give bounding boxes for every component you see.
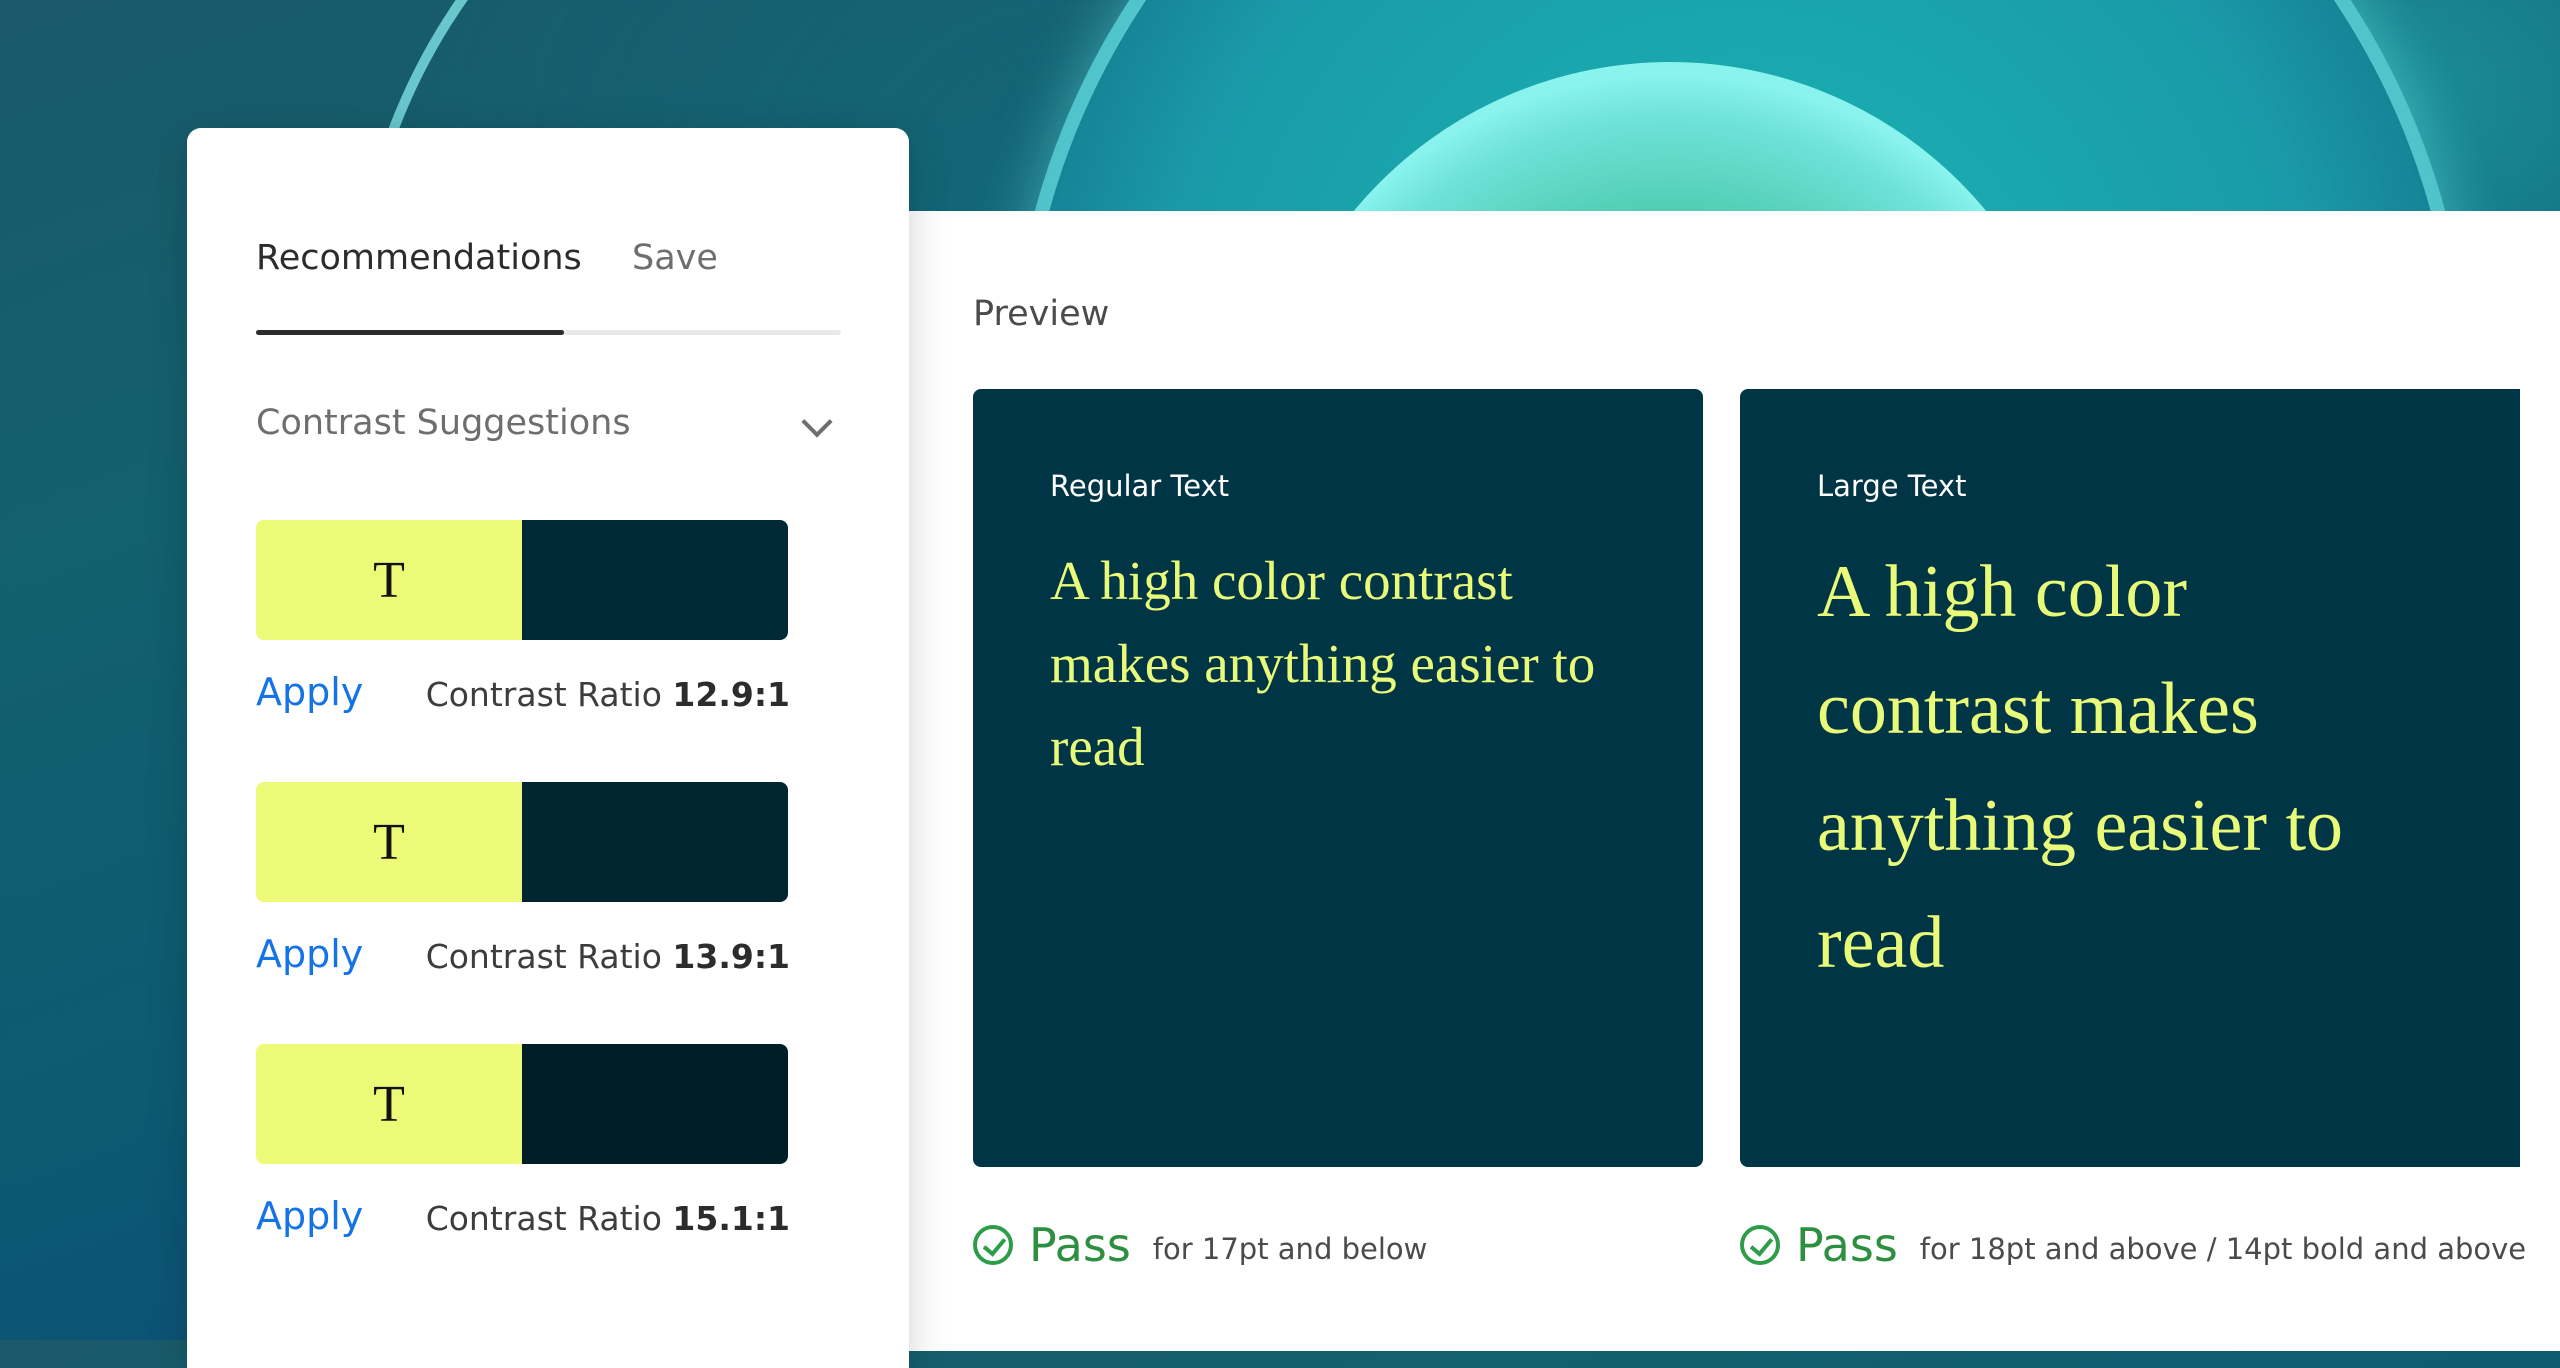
suggestion-item: T Apply Contrast Ratio 15.1:1: [256, 1044, 790, 1238]
contrast-ratio: Contrast Ratio 12.9:1: [426, 675, 790, 714]
contrast-ratio-value: 15.1:1: [672, 1199, 790, 1238]
contrast-ratio-value: 13.9:1: [672, 937, 790, 976]
color-swatch: T: [256, 782, 788, 902]
background-swatch: [522, 520, 788, 640]
color-swatch: T: [256, 1044, 788, 1164]
contrast-ratio-label: Contrast Ratio: [425, 675, 673, 714]
apply-button[interactable]: Apply: [256, 1194, 363, 1238]
preview-title: Preview: [973, 294, 1110, 334]
color-swatch: T: [256, 520, 788, 640]
pass-description: for 17pt and below: [1152, 1232, 1428, 1266]
foreground-swatch: T: [256, 520, 522, 640]
tab-bar: Recommendations Save: [256, 238, 841, 308]
large-pass-status: Pass for 18pt and above / 14pt bold and …: [1740, 1215, 2526, 1275]
large-text-card: Large Text A high color contrast makes a…: [1740, 389, 2520, 1167]
foreground-swatch: T: [256, 782, 522, 902]
background-swatch: [522, 782, 788, 902]
tab-save[interactable]: Save: [632, 238, 718, 278]
regular-text-card: Regular Text A high color contrast makes…: [973, 389, 1703, 1167]
contrast-suggestions-header[interactable]: Contrast Suggestions: [256, 403, 836, 453]
regular-text-sample: A high color contrast makes anything eas…: [1050, 550, 1596, 777]
large-text-sample: A high color contrast makes anything eas…: [1817, 551, 2344, 984]
pass-label: Pass: [1029, 1218, 1131, 1272]
pass-label: Pass: [1796, 1218, 1898, 1272]
large-text-label: Large Text: [1817, 469, 1967, 503]
apply-button[interactable]: Apply: [256, 670, 363, 714]
chevron-down-icon[interactable]: [801, 406, 833, 438]
suggestion-item: T Apply Contrast Ratio 12.9:1: [256, 520, 790, 714]
tab-recommendations[interactable]: Recommendations: [256, 238, 582, 278]
apply-button[interactable]: Apply: [256, 932, 363, 976]
recommendations-panel: Recommendations Save Contrast Suggestion…: [187, 128, 909, 1368]
regular-pass-status: Pass for 17pt and below: [973, 1215, 1427, 1275]
tab-selected-indicator: [256, 330, 564, 335]
background-swatch: [522, 1044, 788, 1164]
pass-description: for 18pt and above / 14pt bold and above: [1919, 1232, 2527, 1266]
contrast-ratio-value: 12.9:1: [672, 675, 790, 714]
check-circle-icon: [973, 1225, 1013, 1265]
check-circle-icon: [1740, 1225, 1780, 1265]
contrast-suggestions-title: Contrast Suggestions: [256, 403, 631, 443]
contrast-ratio: Contrast Ratio 15.1:1: [426, 1199, 790, 1238]
tab-track: [256, 330, 841, 335]
foreground-swatch: T: [256, 1044, 522, 1164]
suggestion-item: T Apply Contrast Ratio 13.9:1: [256, 782, 790, 976]
preview-panel: Preview Regular Text A high color contra…: [906, 211, 2560, 1351]
contrast-ratio-label: Contrast Ratio: [425, 937, 673, 976]
regular-text-label: Regular Text: [1050, 469, 1230, 503]
contrast-ratio-label: Contrast Ratio: [425, 1199, 673, 1238]
contrast-ratio: Contrast Ratio 13.9:1: [426, 937, 790, 976]
